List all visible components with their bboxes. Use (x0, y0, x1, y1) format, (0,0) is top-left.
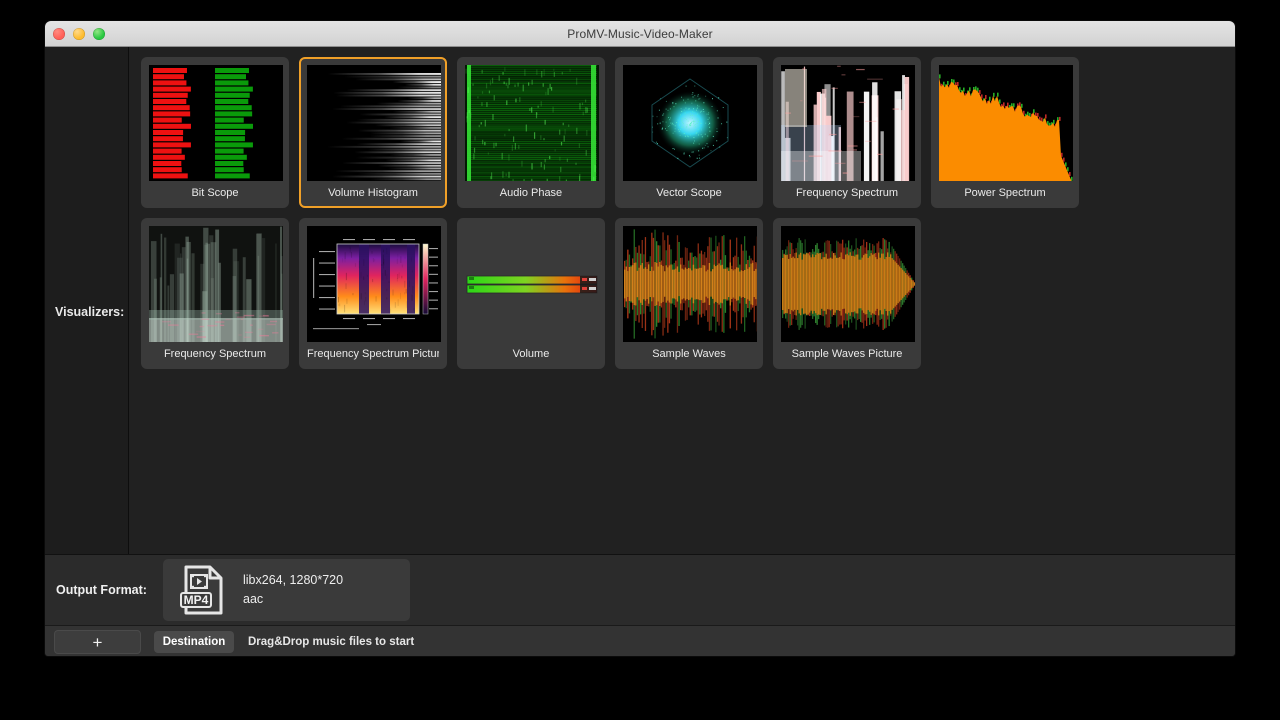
visualizer-label: Frequency Spectrum (781, 181, 913, 206)
visualizer-panel: Bit Scope Volume Histogram Audio Phase Vect… (129, 47, 1235, 554)
zoom-button[interactable] (93, 28, 105, 40)
destination-button[interactable]: Destination (154, 631, 234, 653)
visualizer-label: Frequency Spectrum (149, 342, 281, 367)
visualizers-label: Visualizers: (55, 305, 124, 319)
visualizer-label: Sample Waves (623, 342, 755, 367)
power-spectrum-thumbnail (939, 65, 1073, 181)
frequency-spectrum-bright-thumbnail (781, 65, 915, 181)
vector-scope-thumbnail (623, 65, 757, 181)
add-files-button[interactable]: + (54, 630, 141, 654)
visualizer-card[interactable]: Frequency Spectrum Picture (299, 218, 447, 369)
svg-text:MP4: MP4 (184, 593, 209, 607)
volume-meter-thumbnail (465, 226, 599, 342)
output-audio-spec: aac (243, 590, 343, 609)
output-format-chip[interactable]: MP4 libx264, 1280*720 aac (163, 559, 410, 621)
visualizer-label: Sample Waves Picture (781, 342, 913, 367)
visualizer-label: Volume (465, 342, 597, 367)
bit-scope-thumbnail (149, 65, 283, 181)
visualizer-label: Volume Histogram (307, 181, 439, 206)
visualizer-card[interactable]: Sample Waves Picture (773, 218, 921, 369)
window-body: Visualizers: Bit Scope Volume Histogram Au… (45, 47, 1235, 656)
visualizer-card[interactable]: Audio Phase (457, 57, 605, 208)
visualizer-label: Frequency Spectrum Picture (307, 342, 439, 367)
output-video-spec: libx264, 1280*720 (243, 571, 343, 590)
sample-waves-picture-thumbnail (781, 226, 915, 342)
minimize-button[interactable] (73, 28, 85, 40)
output-format-label: Output Format: (56, 583, 163, 597)
visualizer-label: Bit Scope (149, 181, 281, 206)
traffic-light-group (53, 28, 105, 40)
visualizer-card[interactable]: Power Spectrum (931, 57, 1079, 208)
visualizer-card[interactable]: Bit Scope (141, 57, 289, 208)
sidebar: Visualizers: (45, 47, 129, 554)
frequency-spectrum-gray-thumbnail (149, 226, 283, 342)
visualizer-grid: Bit Scope Volume Histogram Audio Phase Vect… (141, 57, 1141, 369)
spectrogram-plot-thumbnail (307, 226, 441, 342)
drag-drop-hint: Drag&Drop music files to start (248, 636, 414, 648)
visualizer-label: Power Spectrum (939, 181, 1071, 206)
volume-histogram-thumbnail (307, 65, 441, 181)
visualizer-card[interactable]: Frequency Spectrum (141, 218, 289, 369)
mp4-file-icon: MP4 (171, 564, 235, 616)
bottom-toolbar: + Destination Drag&Drop music files to s… (45, 625, 1235, 656)
visualizer-card[interactable]: Vector Scope (615, 57, 763, 208)
app-window: ProMV-Music-Video-Maker Visualizers: Bit… (45, 21, 1235, 656)
visualizer-card[interactable]: Sample Waves (615, 218, 763, 369)
visualizer-card[interactable]: Frequency Spectrum (773, 57, 921, 208)
visualizer-card[interactable]: Volume (457, 218, 605, 369)
output-format-row: Output Format: MP4 (45, 554, 1235, 625)
window-title: ProMV-Music-Video-Maker (45, 27, 1235, 41)
sample-waves-thumbnail (623, 226, 757, 342)
title-bar: ProMV-Music-Video-Maker (45, 21, 1235, 47)
close-button[interactable] (53, 28, 65, 40)
visualizer-card[interactable]: Volume Histogram (299, 57, 447, 208)
audio-phase-thumbnail (465, 65, 599, 181)
output-format-details: libx264, 1280*720 aac (243, 571, 343, 609)
visualizer-label: Audio Phase (465, 181, 597, 206)
visualizer-label: Vector Scope (623, 181, 755, 206)
